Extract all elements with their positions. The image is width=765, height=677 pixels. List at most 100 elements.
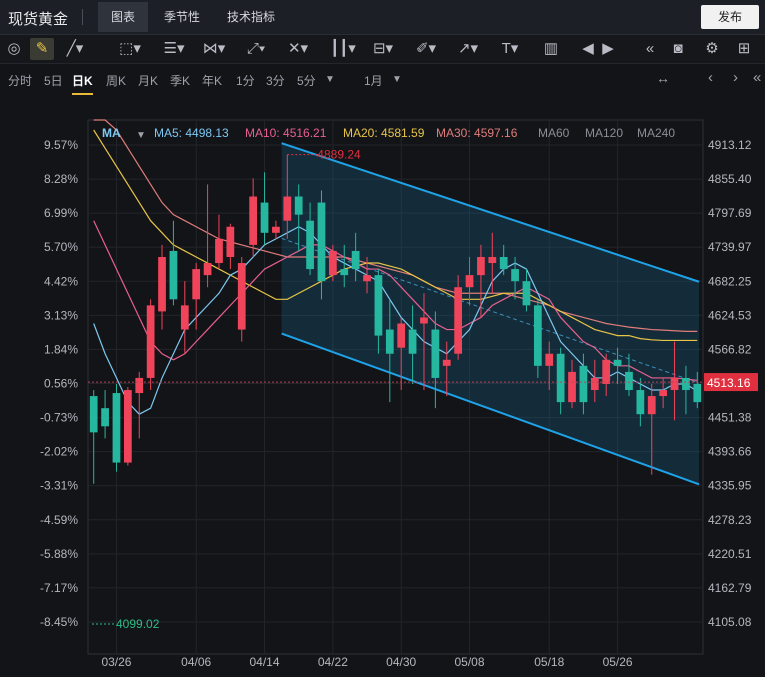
candle-body bbox=[203, 263, 212, 276]
settings-icon[interactable]: ⚙ bbox=[700, 38, 724, 60]
measure-icon[interactable]: ⤢▾ bbox=[240, 38, 272, 60]
page-title: 现货黄金 bbox=[8, 11, 69, 28]
fork-icon[interactable]: ✕▾ bbox=[282, 38, 314, 60]
candle-body bbox=[306, 220, 314, 270]
ruler-icon[interactable]: ▥ bbox=[540, 38, 562, 60]
high-annotation-label: 4889.24 bbox=[317, 148, 361, 162]
candle-body bbox=[420, 317, 428, 324]
x-tick-label: 04/30 bbox=[386, 655, 416, 669]
period-daily[interactable]: 日K bbox=[72, 72, 93, 95]
candle-body bbox=[169, 250, 178, 300]
candle-body bbox=[397, 323, 406, 348]
range-arrow[interactable]: ▼ bbox=[392, 74, 402, 85]
scroll-start-icon[interactable]: « bbox=[753, 69, 761, 86]
title-divider bbox=[82, 9, 83, 25]
ma-legend: MA ▼ MA5: 4498.13 MA10: 4516.21 MA20: 4581.5… bbox=[102, 126, 675, 141]
ma-legend-ma30: MA30: 4597.16 bbox=[436, 126, 518, 140]
candle-body bbox=[636, 390, 645, 415]
y-left-tick-label: 3.13% bbox=[44, 308, 78, 322]
candle-body bbox=[602, 359, 611, 384]
chart-area[interactable]: 4913.12 9.57% 4855.40 8.28% 4797.69 6.99% 4739… bbox=[0, 94, 765, 672]
candle-body bbox=[385, 329, 394, 354]
pattern-icon[interactable]: ⋈▾ bbox=[198, 38, 230, 60]
tab-chart[interactable]: 图表 bbox=[98, 2, 148, 32]
camera-icon[interactable]: ◙ bbox=[666, 38, 690, 60]
y-left-tick-label: 9.57% bbox=[44, 138, 78, 152]
ma-legend-ma10: MA10: 4516.21 bbox=[245, 126, 327, 140]
candle-body bbox=[374, 275, 383, 336]
candle-body bbox=[545, 353, 554, 366]
period-1min[interactable]: 1分 bbox=[236, 72, 255, 89]
y-left-tick-label: 6.99% bbox=[44, 206, 78, 220]
expand-icon[interactable]: ↔ bbox=[656, 70, 670, 86]
period-5day[interactable]: 5日 bbox=[44, 72, 63, 89]
period-timeshare[interactable]: 分时 bbox=[8, 72, 32, 89]
ma-legend-ma240: MA240 bbox=[637, 126, 675, 140]
candle-body bbox=[272, 226, 280, 233]
ma-dropdown-icon: ▼ bbox=[136, 130, 146, 141]
next-icon[interactable]: ▶ bbox=[600, 38, 616, 60]
candle-body bbox=[659, 390, 668, 397]
text-icon[interactable]: T▾ bbox=[494, 38, 526, 60]
tab-technical-indicators[interactable]: 技术指标 bbox=[216, 2, 286, 32]
candle-up bbox=[272, 220, 280, 239]
candle-down bbox=[169, 220, 178, 306]
ma-legend-ma60: MA60 bbox=[538, 126, 570, 140]
candle-body bbox=[89, 396, 98, 433]
candle-body bbox=[146, 305, 155, 378]
target-icon[interactable]: ◎ bbox=[4, 38, 24, 60]
candle-body bbox=[511, 269, 519, 282]
x-tick-label: 03/26 bbox=[101, 655, 131, 669]
line-icon[interactable]: ╱▾ bbox=[62, 38, 88, 60]
y-right-tick-label: 4393.66 bbox=[708, 445, 752, 459]
layout-icon[interactable]: ⊞ bbox=[732, 38, 756, 60]
arrow-icon[interactable]: ↗▾ bbox=[452, 38, 484, 60]
y-right-tick-label: 4913.12 bbox=[708, 138, 752, 152]
pencil-icon[interactable]: ✎ bbox=[30, 38, 54, 60]
candle-body bbox=[590, 377, 599, 391]
scroll-left-icon[interactable]: ‹ bbox=[708, 69, 713, 86]
brush-icon[interactable]: ✐▾ bbox=[410, 38, 442, 60]
candle-up bbox=[237, 256, 246, 342]
ma-legend-ma5: MA5: 4498.13 bbox=[154, 126, 229, 140]
bars-icon[interactable]: ┃┃▾ bbox=[326, 38, 360, 60]
range-select[interactable]: 1月 bbox=[364, 72, 383, 89]
period-more-arrow[interactable]: ▼ bbox=[325, 74, 335, 85]
period-5min[interactable]: 5分 bbox=[297, 72, 316, 89]
candlestick-chart[interactable]: 4913.12 9.57% 4855.40 8.28% 4797.69 6.99% 4739… bbox=[0, 94, 765, 672]
scroll-right-icon[interactable]: › bbox=[733, 69, 738, 86]
candle-body bbox=[533, 305, 542, 366]
candle-body bbox=[499, 256, 508, 270]
y-left-tick-label: -4.59% bbox=[40, 513, 78, 527]
period-monthly[interactable]: 月K bbox=[138, 72, 158, 89]
y-right-tick-label: 4335.95 bbox=[708, 479, 752, 493]
period-3min[interactable]: 3分 bbox=[266, 72, 285, 89]
lines-icon[interactable]: ☰▾ bbox=[158, 38, 190, 60]
rewind-icon[interactable]: « bbox=[638, 38, 662, 60]
period-quarterly[interactable]: 季K bbox=[170, 72, 190, 89]
rectangle-icon[interactable]: ⬚▾ bbox=[114, 38, 146, 60]
y-left-tick-label: -3.31% bbox=[40, 479, 78, 493]
y-left-tick-label: -2.02% bbox=[40, 445, 78, 459]
candle-body bbox=[522, 281, 531, 306]
candle-body bbox=[340, 269, 349, 276]
period-yearly[interactable]: 年K bbox=[202, 72, 222, 89]
candle-body bbox=[101, 408, 109, 427]
period-weekly[interactable]: 周K bbox=[106, 72, 126, 89]
candle-body bbox=[112, 393, 121, 463]
x-tick-label: 04/06 bbox=[181, 655, 211, 669]
tab-seasonality[interactable]: 季节性 bbox=[153, 2, 211, 32]
channel-icon[interactable]: ⊟▾ bbox=[366, 38, 400, 60]
ma-legend-label: MA bbox=[102, 126, 121, 140]
ma-legend-ma120: MA120 bbox=[585, 126, 623, 140]
candle-up bbox=[123, 387, 132, 466]
x-tick-label: 05/08 bbox=[455, 655, 485, 669]
publish-button[interactable]: 发布 bbox=[701, 5, 759, 29]
y-left-tick-label: 5.70% bbox=[44, 240, 78, 254]
drawing-toolbar: ◎ ✎ ╱▾ ⬚▾ ☰▾ ⋈▾ ⤢▾ ✕▾ ┃┃▾ ⊟▾ ✐▾ ↗▾ T▾ ▥ … bbox=[0, 35, 765, 64]
prev-icon[interactable]: ◀ bbox=[580, 38, 596, 60]
candle-body bbox=[226, 226, 235, 257]
candle-body bbox=[579, 365, 588, 403]
candle-body bbox=[363, 275, 371, 282]
candle-body bbox=[328, 250, 337, 276]
